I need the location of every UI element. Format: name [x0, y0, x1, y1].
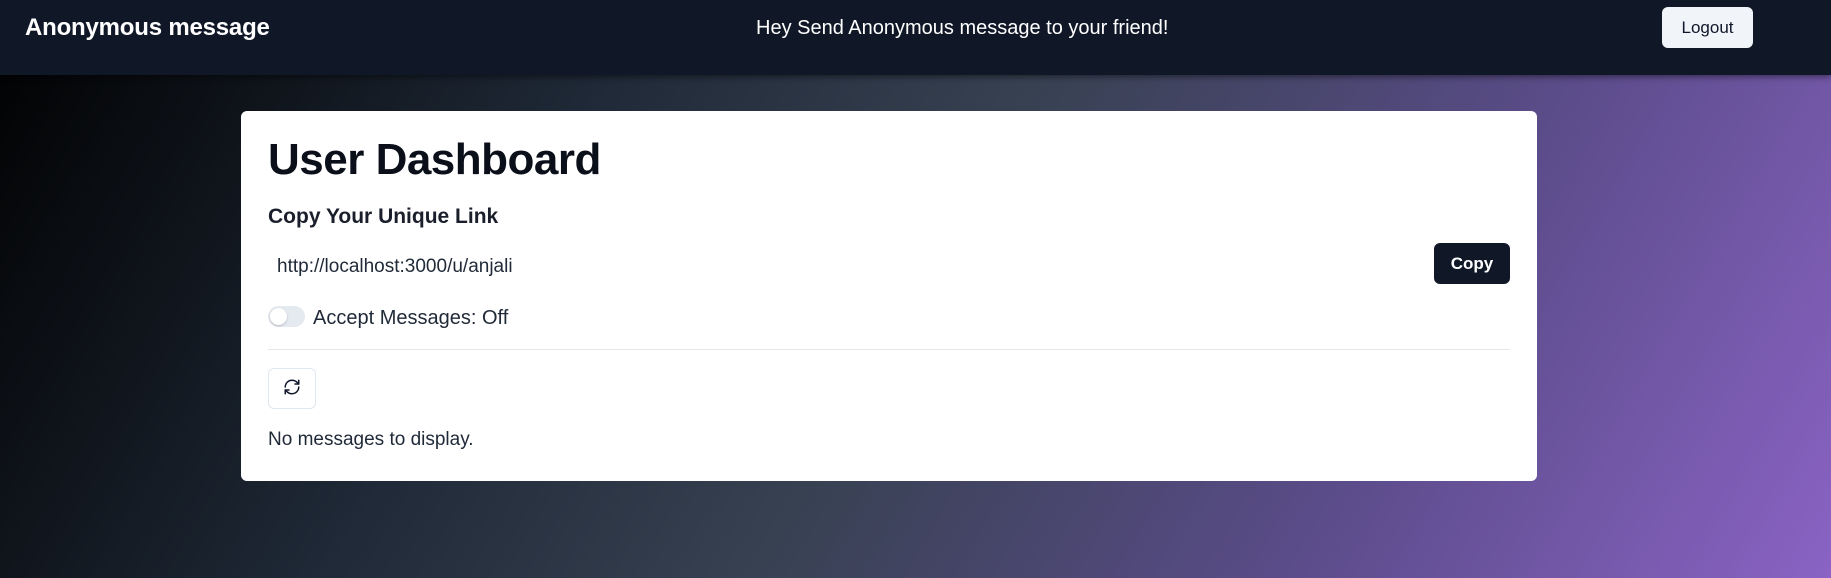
- logout-button[interactable]: Logout: [1662, 7, 1753, 48]
- refresh-icon: [283, 378, 301, 399]
- switch-knob: [270, 308, 287, 325]
- accept-messages-switch[interactable]: [268, 306, 305, 327]
- divider: [268, 349, 1510, 350]
- page-title: User Dashboard: [268, 135, 601, 184]
- navbar-tagline: Hey Send Anonymous message to your frien…: [756, 17, 1169, 39]
- unique-link-input[interactable]: [268, 247, 1418, 287]
- copy-button[interactable]: Copy: [1434, 243, 1510, 284]
- dashboard-card: User Dashboard Copy Your Unique Link Cop…: [241, 111, 1537, 481]
- empty-messages-text: No messages to display.: [268, 429, 474, 450]
- accept-messages-label: Accept Messages: Off: [313, 307, 509, 329]
- refresh-button[interactable]: [268, 368, 316, 409]
- unique-link-heading: Copy Your Unique Link: [268, 205, 499, 228]
- brand-title: Anonymous message: [25, 14, 270, 41]
- navbar: Anonymous message Hey Send Anonymous mes…: [0, 0, 1831, 75]
